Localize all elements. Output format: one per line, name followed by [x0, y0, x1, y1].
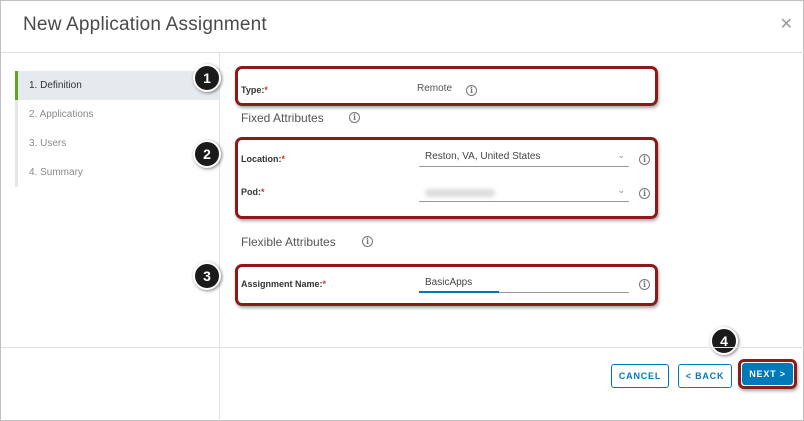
dialog: New Application Assignment ✕ 1. Definiti…: [0, 0, 804, 421]
back-button[interactable]: < BACK: [678, 364, 732, 388]
cancel-button[interactable]: CANCEL: [611, 364, 669, 388]
step-definition[interactable]: 1. Definition: [15, 71, 219, 100]
dialog-footer: CANCEL < BACK NEXT >: [1, 347, 804, 421]
next-button[interactable]: NEXT >: [742, 363, 793, 385]
close-icon[interactable]: ✕: [780, 17, 793, 33]
dialog-header: New Application Assignment ✕: [1, 1, 804, 53]
step-applications[interactable]: 2. Applications: [15, 100, 219, 129]
step-users[interactable]: 3. Users: [15, 129, 219, 158]
type-highlight-box: [235, 66, 658, 106]
pod-location-highlight-box: [235, 137, 658, 219]
flexible-attributes-info-icon[interactable]: i: [362, 236, 373, 247]
assignment-name-highlight-box: [235, 264, 658, 306]
dialog-title: New Application Assignment: [23, 14, 267, 35]
callout-2: 2: [193, 140, 221, 168]
callout-3: 3: [193, 262, 221, 290]
flexible-attributes-heading: Flexible Attributes: [241, 235, 336, 249]
fixed-attributes-info-icon[interactable]: i: [349, 112, 360, 123]
fixed-attributes-heading: Fixed Attributes: [241, 111, 324, 125]
step-summary[interactable]: 4. Summary: [15, 158, 219, 187]
callout-1: 1: [193, 64, 221, 92]
